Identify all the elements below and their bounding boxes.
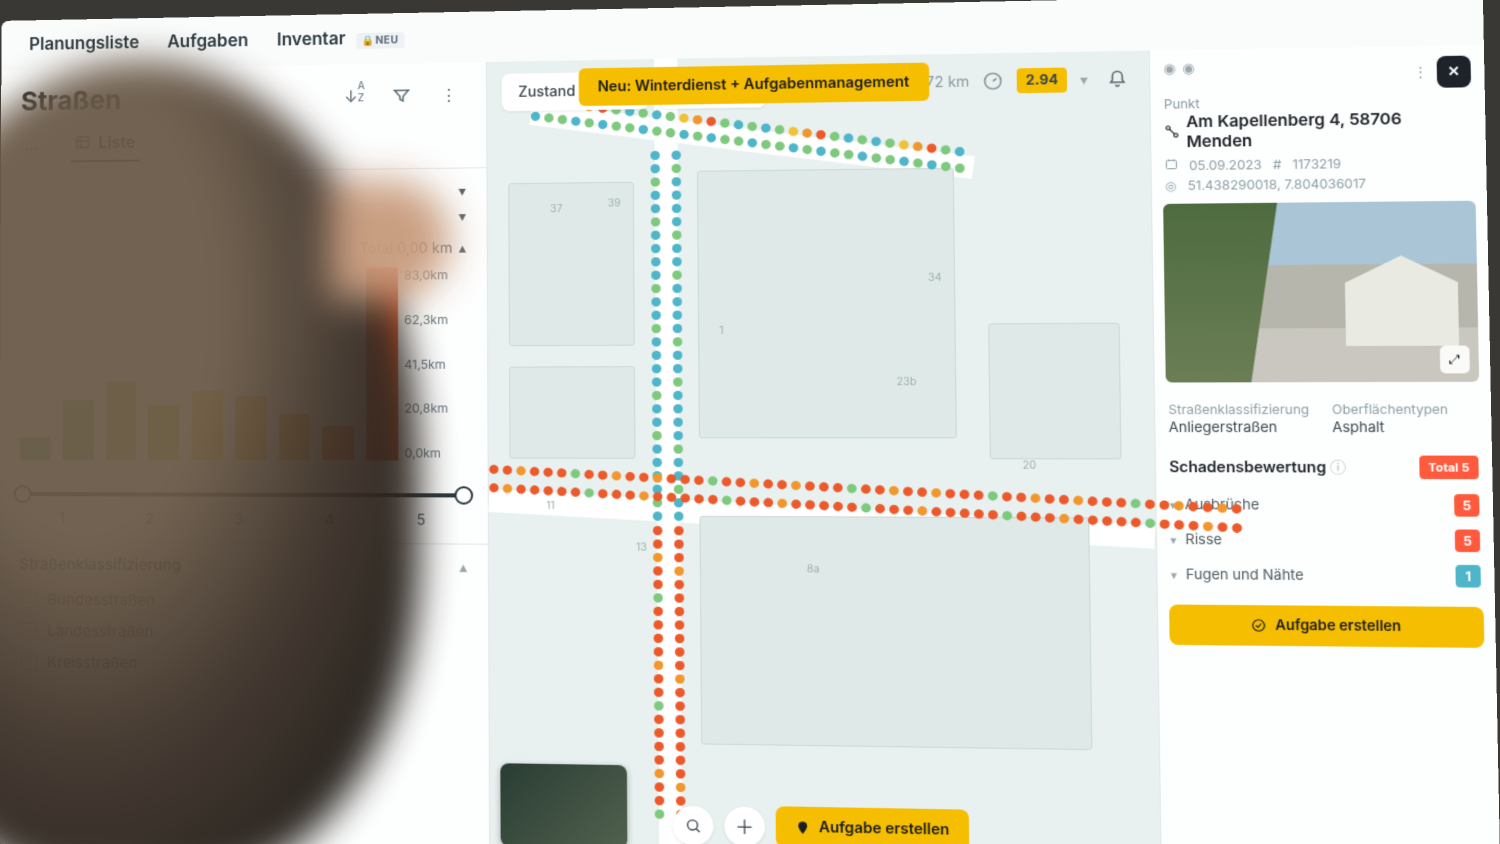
point-photo[interactable]: ⤢ [1163, 201, 1479, 383]
class-value: Anliegerstraßen [1169, 419, 1313, 436]
condition-histogram: 83,0km62,3km41,5km20,8km0,0km [20, 267, 467, 481]
satellite-minimap[interactable] [500, 763, 627, 844]
menu-inventory[interactable]: Inventar 🔒NEU [277, 28, 405, 50]
damage-row[interactable]: ▾Fugen und Nähte1 [1157, 557, 1495, 594]
calendar-icon [1165, 158, 1178, 174]
chevron-down-icon[interactable]: ▾ [458, 183, 465, 200]
add-icon[interactable]: ＋ [724, 806, 765, 844]
sidebar-title: Straßen [21, 81, 324, 117]
detail-address: Am Kapellenberg 4, 58706 Menden [1151, 107, 1486, 156]
grade-range-slider[interactable] [20, 482, 467, 508]
detail-create-task-button[interactable]: Aufgabe erstellen [1169, 605, 1484, 648]
histogram-bar[interactable] [366, 267, 398, 460]
damage-total: Total 5 [1419, 456, 1479, 480]
tab-filter[interactable]: … [21, 125, 43, 163]
checkbox-road-class[interactable]: Landesstraßen [19, 615, 467, 651]
notifications-icon[interactable] [1101, 63, 1134, 95]
detail-panel: ◉ ◉ ⋮ ✕ Punkt Am Kapellenberg 4, 58706 M… [1149, 45, 1500, 844]
new-badge: 🔒NEU [356, 32, 405, 49]
histogram-bar[interactable] [279, 414, 311, 460]
overall-score: 2.94 [1017, 68, 1067, 94]
sidebar: Straßen ↓AZ ⋮ … Liste ▾ ▾ [0, 62, 490, 844]
histogram-bar[interactable] [323, 426, 355, 461]
checkbox-road-class[interactable]: Kreisstraßen [19, 646, 468, 683]
map-canvas[interactable]: Zustand Ansicht Punkte Aktuellste 372 km [487, 51, 1161, 844]
histogram-bar[interactable] [149, 405, 180, 460]
announcement-banner[interactable]: Neu: Winterdienst + Aufgabenmanagement [579, 63, 929, 106]
overall-score-gauge [982, 71, 1004, 92]
more-icon[interactable]: ⋮ [432, 78, 465, 111]
next-point-icon[interactable]: ◉ [1182, 60, 1195, 77]
checkbox-road-class[interactable]: Bundesstraßen [19, 583, 467, 618]
expand-icon[interactable]: ⤢ [1440, 346, 1470, 374]
histogram-bar[interactable] [20, 437, 51, 460]
filter-road-class: Straßenklassifizierung▴ BundesstraßenLan… [0, 541, 489, 695]
histogram-bar[interactable] [235, 396, 266, 461]
detail-date: 05.09.2023 [1189, 157, 1262, 174]
target-icon: ◎ [1165, 178, 1177, 194]
filter-heading[interactable]: Straßenklassifizierung▴ [19, 554, 467, 576]
hash-icon: # [1273, 156, 1282, 172]
grade-ticks: 12345 [20, 510, 467, 529]
tab-list[interactable]: Liste [70, 124, 139, 163]
panel-more-icon[interactable]: ⋮ [1413, 64, 1428, 81]
menu-planning[interactable]: Planungsliste [29, 33, 139, 55]
surface-label: Oberflächentypen [1332, 401, 1478, 417]
prev-point-icon[interactable]: ◉ [1163, 60, 1176, 77]
class-label: Straßenklassifizierung [1168, 401, 1312, 417]
close-icon[interactable]: ✕ [1437, 56, 1472, 88]
search-icon[interactable] [673, 805, 714, 844]
menu-tasks[interactable]: Aufgaben [167, 31, 248, 52]
histogram-bar[interactable] [63, 400, 94, 460]
filter-icon[interactable] [385, 79, 418, 112]
create-task-button[interactable]: Aufgabe erstellen [776, 806, 970, 844]
chevron-down-icon[interactable]: ▾ [459, 208, 466, 225]
histogram-bar[interactable] [105, 382, 136, 460]
sort-icon[interactable]: ↓AZ [338, 80, 371, 113]
histogram-bar[interactable] [192, 391, 223, 460]
damage-title: Schadensbewertung ⓘ [1169, 456, 1346, 477]
surface-value: Asphalt [1332, 419, 1478, 436]
total-length[interactable]: Total 0,00 km▴ [1, 239, 487, 264]
detail-id: 1173219 [1292, 156, 1341, 172]
detail-coords: 51.438290018, 7.804036017 [1188, 175, 1367, 193]
